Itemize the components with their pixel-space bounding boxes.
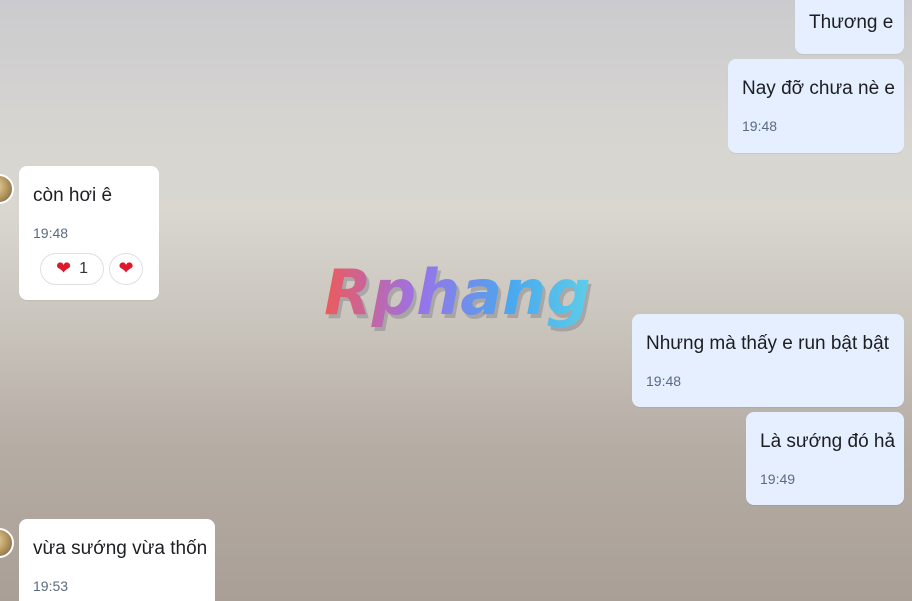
rphang-watermark-logo: Rphang Rphang	[324, 256, 594, 333]
message-bubble-incoming[interactable]: còn hơi ê 19:48 ❤ 1 ❤	[19, 166, 159, 300]
message-text: Là sướng đó hả	[760, 431, 896, 452]
contact-avatar[interactable]	[0, 528, 14, 558]
message-bubble-outgoing[interactable]: Thương e	[795, 0, 904, 54]
message-timestamp: 19:48	[646, 373, 682, 389]
message-timestamp: 19:48	[33, 225, 69, 241]
heart-icon: ❤	[118, 258, 134, 279]
message-bubble-outgoing[interactable]: Nhưng mà thấy e run bật bật 19:48	[632, 314, 904, 407]
message-bubble-outgoing[interactable]: Là sướng đó hả 19:49	[746, 412, 904, 505]
message-bubble-outgoing[interactable]: Nay đỡ chưa nè e 19:48	[728, 59, 904, 153]
add-reaction-button[interactable]: ❤	[109, 253, 143, 285]
contact-avatar[interactable]	[0, 174, 14, 204]
message-text: vừa sướng vừa thốn	[33, 538, 208, 559]
watermark-text: Rphang	[324, 256, 591, 329]
message-bubble-incoming[interactable]: vừa sướng vừa thốn 19:53	[19, 519, 215, 601]
heart-icon: ❤	[56, 258, 72, 279]
message-text: Nay đỡ chưa nè e	[742, 78, 895, 99]
reaction-badge[interactable]: ❤ 1	[40, 253, 104, 285]
reaction-count: 1	[79, 260, 88, 277]
message-text: Nhưng mà thấy e run bật bật	[646, 333, 889, 354]
message-text: còn hơi ê	[33, 185, 113, 206]
message-text: Thương e	[809, 12, 894, 33]
message-timestamp: 19:53	[33, 578, 69, 594]
message-timestamp: 19:48	[742, 118, 778, 134]
message-timestamp: 19:49	[760, 471, 796, 487]
